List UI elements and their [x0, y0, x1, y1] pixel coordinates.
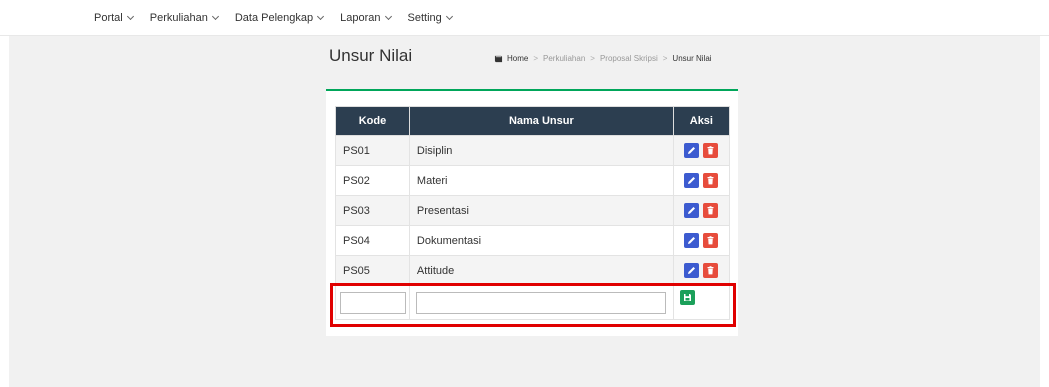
column-header-aksi: Aksi [672, 106, 731, 136]
chevron-down-icon [317, 12, 325, 21]
edit-button[interactable] [684, 173, 700, 188]
delete-button[interactable] [703, 173, 719, 188]
content-area: Unsur Nilai Home > Perkuliahan > Proposa… [9, 36, 1040, 387]
trash-icon [707, 236, 714, 245]
menu-portal[interactable]: Portal [94, 12, 134, 24]
menu-portal-label: Portal [94, 12, 123, 24]
edit-button[interactable] [684, 203, 700, 218]
column-header-kode: Kode [335, 106, 410, 136]
chevron-down-icon [384, 12, 392, 21]
menu-data-pelengkap[interactable]: Data Pelengkap [234, 12, 325, 24]
cell-kode: PS02 [335, 165, 410, 196]
pencil-icon [688, 147, 696, 154]
menu-setting[interactable]: Setting [407, 12, 453, 24]
cell-kode: PS01 [335, 135, 410, 166]
table-row: PS04 Dokumentasi [335, 225, 731, 256]
breadcrumb-separator: > [662, 54, 668, 63]
cell-nama-unsur: Materi [408, 165, 674, 196]
cell-nama-unsur: Disiplin [408, 135, 674, 166]
main-menu: Portal Perkuliahan Data Pelengkap Lapora… [94, 0, 469, 36]
breadcrumb: Home > Perkuliahan > Proposal Skripsi > … [494, 54, 712, 63]
cell-aksi [672, 165, 731, 196]
pencil-icon [688, 267, 696, 274]
unsur-nilai-table: Kode Nama Unsur Aksi PS01 Disiplin PS02 … [335, 106, 731, 320]
cell-nama-unsur: Dokumentasi [408, 225, 674, 256]
book-icon [494, 55, 503, 62]
chevron-down-icon [445, 12, 453, 21]
menu-perkuliahan-label: Perkuliahan [149, 12, 208, 24]
cell-kode: PS03 [335, 195, 410, 226]
trash-icon [707, 266, 714, 275]
nama-unsur-input[interactable] [415, 291, 666, 314]
table-row: PS03 Presentasi [335, 195, 731, 226]
delete-button[interactable] [703, 143, 719, 158]
cell-kode: PS04 [335, 225, 410, 256]
breadcrumb-separator: > [533, 54, 539, 63]
chevron-down-icon [211, 12, 219, 21]
table-row: PS02 Materi [335, 165, 731, 196]
column-header-nama-unsur: Nama Unsur [408, 106, 674, 136]
floppy-disk-icon [683, 294, 691, 301]
table-row: PS01 Disiplin [335, 135, 731, 166]
cell-nama-unsur: Attitude [408, 255, 674, 286]
cell-aksi [672, 135, 731, 166]
top-navbar: Portal Perkuliahan Data Pelengkap Lapora… [0, 0, 1049, 36]
unsur-nilai-box: Kode Nama Unsur Aksi PS01 Disiplin PS02 … [326, 89, 738, 336]
trash-icon [707, 146, 714, 155]
menu-laporan[interactable]: Laporan [340, 12, 392, 24]
cell-kode: PS05 [335, 255, 410, 286]
breadcrumb-perkuliahan[interactable]: Perkuliahan [543, 54, 585, 63]
delete-button[interactable] [703, 203, 719, 218]
new-entry-row [335, 285, 731, 320]
menu-data-pelengkap-label: Data Pelengkap [234, 12, 314, 24]
cell-aksi [672, 225, 731, 256]
edit-button[interactable] [684, 233, 700, 248]
menu-laporan-label: Laporan [340, 12, 381, 24]
cell-save [672, 285, 731, 320]
edit-button[interactable] [684, 143, 700, 158]
cell-aksi [672, 255, 731, 286]
pencil-icon [688, 237, 696, 244]
page-title: Unsur Nilai [329, 46, 413, 65]
pencil-icon [688, 207, 696, 214]
save-button[interactable] [679, 290, 695, 305]
cell-nama-unsur-input [408, 285, 674, 320]
trash-icon [707, 176, 714, 185]
menu-perkuliahan[interactable]: Perkuliahan [149, 12, 219, 24]
delete-button[interactable] [703, 263, 719, 278]
trash-icon [707, 206, 714, 215]
table-header-row: Kode Nama Unsur Aksi [335, 106, 731, 136]
cell-nama-unsur: Presentasi [408, 195, 674, 226]
pencil-icon [688, 177, 696, 184]
table-row: PS05 Attitude [335, 255, 731, 286]
breadcrumb-proposal-skripsi[interactable]: Proposal Skripsi [600, 54, 658, 63]
edit-button[interactable] [684, 263, 700, 278]
breadcrumb-current: Unsur Nilai [672, 54, 712, 63]
cell-kode-input [335, 285, 410, 320]
kode-input[interactable] [340, 291, 406, 314]
breadcrumb-home[interactable]: Home [507, 54, 528, 63]
chevron-down-icon [126, 12, 134, 21]
delete-button[interactable] [703, 233, 719, 248]
cell-aksi [672, 195, 731, 226]
breadcrumb-separator: > [590, 54, 595, 63]
menu-setting-label: Setting [407, 12, 442, 24]
